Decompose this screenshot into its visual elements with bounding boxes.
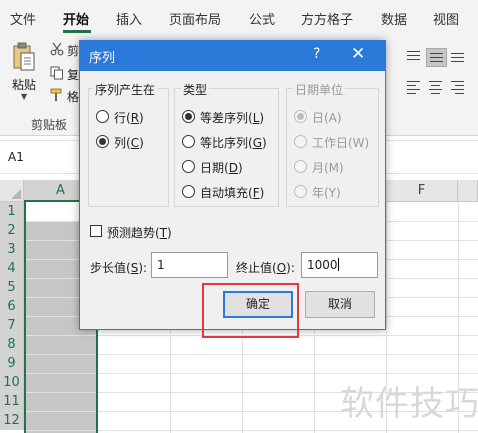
tab-view[interactable]: 视图 [433,9,459,28]
watermark: 软件技巧 [340,384,478,424]
tab-insert[interactable]: 插入 [116,9,142,28]
tab-file[interactable]: 文件 [10,9,36,28]
tab-page-layout[interactable]: 页面布局 [169,9,221,28]
tab-data[interactable]: 数据 [381,9,407,28]
align-left-icon[interactable] [404,78,425,97]
row-header[interactable]: 1 [0,202,24,221]
row-header[interactable]: 5 [0,278,24,297]
row-header[interactable]: 2 [0,221,24,240]
stop-value-label: 终止值(O): [236,261,295,275]
copy-icon [50,66,63,80]
row-header[interactable]: 7 [0,316,24,335]
row-header[interactable]: 8 [0,335,24,354]
type-label: 类型 [181,81,210,98]
active-tab-indicator [63,30,91,33]
align-center-icon[interactable] [426,78,447,97]
series-in-label: 序列产生在 [93,81,158,98]
dialog-title: 序列 [89,51,116,66]
ribbon-tabs: 文件 开始 插入 页面布局 公式 方方格子 数据 视图 [0,0,478,36]
select-all-corner[interactable] [0,180,24,202]
cut-button[interactable]: 剪 [50,42,79,60]
name-box[interactable]: A1 [0,146,82,170]
row-header[interactable]: 6 [0,297,24,316]
paste-icon[interactable] [12,42,36,72]
step-value-label: 步长值(S): [90,261,148,275]
step-value-input[interactable]: 1 [151,252,228,278]
row-header[interactable]: 10 [0,373,24,392]
date-unit-label: 日期单位 [293,81,346,98]
copy-button[interactable]: 复 [50,66,79,83]
clipboard-group-label: 剪贴板 [31,118,68,132]
row-header[interactable]: 3 [0,240,24,259]
cancel-button[interactable]: 取消 [305,291,375,318]
format-painter-label: 格 [67,90,80,104]
cut-label: 剪 [67,44,80,58]
format-painter-button[interactable]: 格 [50,88,79,105]
align-top-icon[interactable] [404,48,425,67]
column-header-f[interactable]: F [386,180,458,202]
trend-checkbox[interactable] [90,225,102,237]
close-icon[interactable]: ✕ [351,44,365,64]
align-right-icon[interactable] [448,78,469,97]
copy-label: 复 [67,68,80,82]
scissors-icon [50,42,64,56]
align-bottom-icon[interactable] [448,48,469,67]
date-unit-group: 日期单位 日(A) 工作日(W) 月(M) 年(Y) [286,81,379,207]
trend-label[interactable]: 预测趋势(T) [107,224,172,241]
row-header[interactable]: 12 [0,411,24,430]
dialog-title-bar[interactable]: 序列 ? ✕ [80,41,385,71]
excel-window: 文件 开始 插入 页面布局 公式 方方格子 数据 视图 粘贴 ▼ 剪 复 格 剪… [0,0,478,433]
type-group: 类型 等差序列(L) 等比序列(G) 日期(D) 自动填充(F) [174,81,279,207]
help-icon[interactable]: ? [313,46,320,62]
row-header[interactable]: 11 [0,392,24,411]
paste-button-label[interactable]: 粘贴 [12,76,36,93]
ok-button-highlight [202,283,299,338]
stop-value-input[interactable]: 1000 [301,252,378,278]
column-header[interactable] [458,180,478,202]
row-header[interactable]: 4 [0,259,24,278]
tab-formulas[interactable]: 公式 [249,9,275,28]
series-in-group: 序列产生在 行(R) 列(C) [88,81,169,207]
row-header[interactable]: 9 [0,354,24,373]
format-painter-icon [50,88,62,101]
align-middle-icon[interactable] [426,48,447,67]
tab-home[interactable]: 开始 [63,9,89,28]
tab-fangfang-gezi[interactable]: 方方格子 [301,9,353,28]
chevron-down-icon[interactable]: ▼ [21,92,27,101]
